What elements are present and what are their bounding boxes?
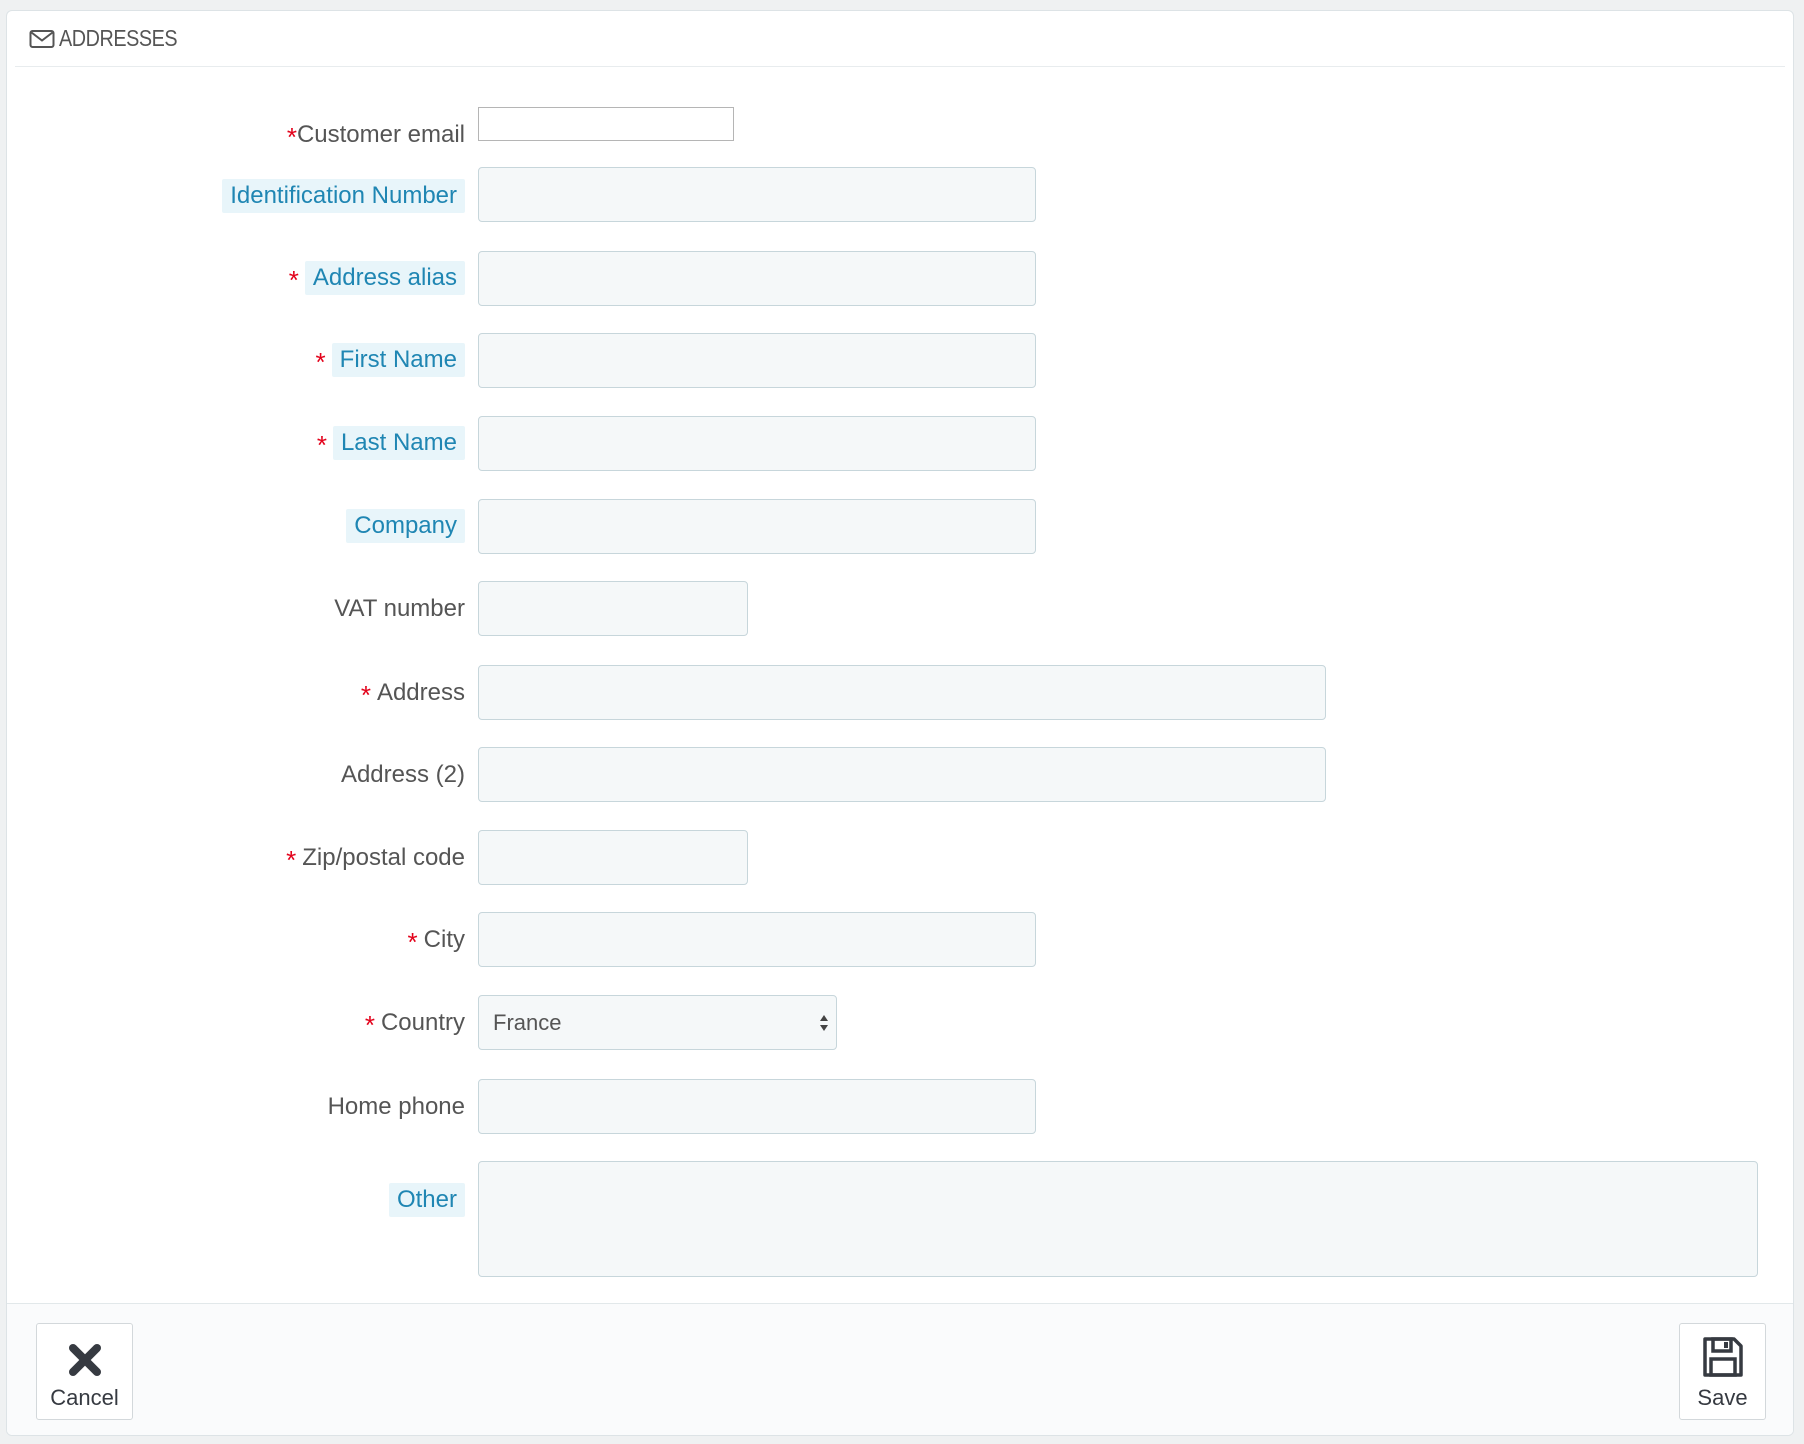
first-name-label: * First Name: [316, 343, 465, 377]
last-name-label-text[interactable]: Last Name: [332, 426, 465, 460]
city-label: * City: [407, 926, 465, 957]
close-icon: [68, 1344, 101, 1376]
first-name-label-text[interactable]: First Name: [331, 343, 465, 377]
zip-input[interactable]: [478, 830, 748, 885]
other-label: Other: [388, 1183, 465, 1217]
address-input[interactable]: [478, 665, 1326, 720]
address-alias-label: * Address alias: [289, 261, 465, 295]
address-label: * Address: [360, 679, 465, 710]
cancel-label: Cancel: [50, 1385, 119, 1410]
zip-label: * Zip/postal code: [286, 844, 465, 875]
required-marker: *: [407, 927, 418, 957]
envelope-icon: [29, 30, 55, 48]
other-textarea[interactable]: [478, 1161, 1758, 1277]
city-input[interactable]: [478, 912, 1036, 967]
identification-number-label-text[interactable]: Identification Number: [222, 179, 465, 213]
save-button[interactable]: Save: [1679, 1323, 1766, 1420]
vat-number-input[interactable]: [478, 581, 748, 636]
address2-label: Address (2): [341, 761, 465, 789]
address2-label-text: Address (2): [340, 761, 465, 788]
panel-heading: ADDRESSES: [15, 11, 1785, 67]
customer-email-label-text: Customer email: [296, 121, 465, 148]
required-marker: *: [315, 347, 326, 377]
address-alias-input[interactable]: [478, 251, 1036, 306]
country-select[interactable]: France: [478, 995, 837, 1050]
cancel-button[interactable]: Cancel: [36, 1323, 133, 1420]
address-label-text: Address: [376, 679, 465, 706]
vat-number-label-text: VAT number: [334, 595, 465, 622]
other-label-text[interactable]: Other: [388, 1183, 465, 1217]
select-arrows-icon: [820, 1015, 828, 1031]
required-marker: *: [360, 680, 371, 710]
required-marker: *: [286, 845, 297, 875]
required-marker: *: [316, 430, 327, 460]
last-name-input[interactable]: [478, 416, 1036, 471]
customer-email-label: * Customer email: [286, 121, 465, 152]
first-name-input[interactable]: [478, 333, 1036, 388]
floppy-disk-icon: [1702, 1337, 1743, 1377]
panel-footer: Cancel Save: [7, 1303, 1793, 1435]
company-input[interactable]: [478, 499, 1036, 554]
last-name-label: * Last Name: [317, 426, 465, 460]
home-phone-label: Home phone: [328, 1093, 465, 1121]
company-label: Company: [346, 509, 465, 543]
required-marker: *: [288, 265, 299, 295]
address2-input[interactable]: [478, 747, 1326, 802]
panel-title: ADDRESSES: [59, 25, 178, 51]
home-phone-input[interactable]: [478, 1079, 1036, 1134]
addresses-panel: ADDRESSES * Customer email Identificatio…: [6, 10, 1794, 1436]
required-marker: *: [364, 1010, 375, 1040]
customer-email-input[interactable]: [478, 107, 734, 141]
city-label-text: City: [423, 926, 465, 953]
country-label-text: Country: [380, 1009, 465, 1036]
country-selected-value: France: [493, 1009, 562, 1035]
vat-number-label: VAT number: [334, 595, 465, 623]
identification-number-input[interactable]: [478, 167, 1036, 222]
home-phone-label-text: Home phone: [327, 1093, 465, 1120]
company-label-text[interactable]: Company: [346, 509, 465, 543]
save-label: Save: [1697, 1385, 1748, 1410]
required-marker: *: [286, 122, 297, 152]
identification-number-label[interactable]: Identification Number: [222, 179, 465, 213]
address-alias-label-text[interactable]: Address alias: [304, 261, 465, 295]
zip-label-text: Zip/postal code: [302, 844, 465, 871]
country-label: * Country: [364, 1009, 465, 1040]
